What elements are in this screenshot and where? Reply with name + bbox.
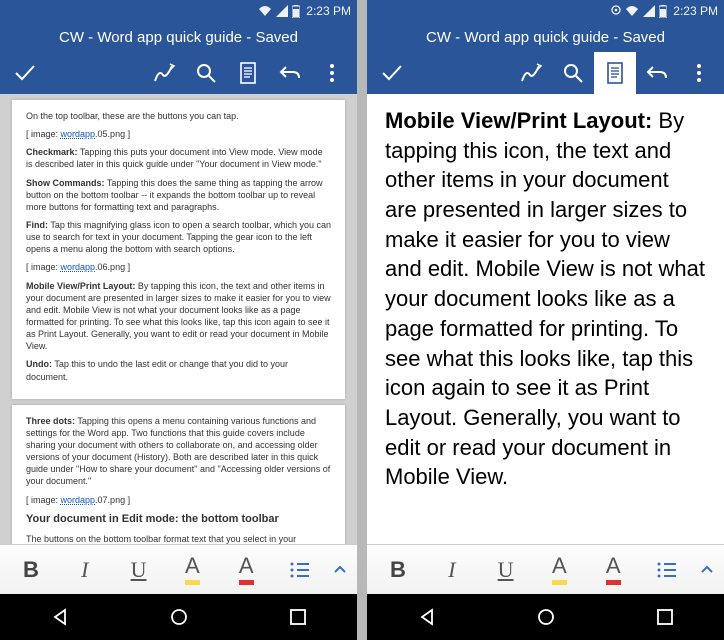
find-button[interactable] — [185, 52, 227, 94]
para-undo: Undo: Tap this to undo the last edit or … — [26, 358, 331, 382]
underline-button[interactable]: U — [479, 545, 533, 594]
document-page-1: On the top toolbar, these are the button… — [12, 100, 345, 399]
back-button[interactable] — [407, 597, 447, 637]
mobile-view-paragraph: Mobile View/Print Layout: By tapping thi… — [367, 94, 724, 504]
underline-button[interactable]: U — [112, 545, 166, 594]
home-button[interactable] — [526, 597, 566, 637]
document-title: CW - Word app quick guide - Saved — [59, 29, 298, 46]
font-color-button[interactable]: A — [586, 545, 640, 594]
signal-icon — [643, 5, 655, 17]
status-bar: 2:23 PM — [367, 0, 724, 22]
heading-editmode: Your document in Edit mode: the bottom t… — [26, 512, 331, 527]
location-icon — [611, 5, 621, 18]
format-toolbar: B I U A A — [367, 544, 724, 594]
status-bar: 2:23 PM — [0, 0, 357, 22]
document-area[interactable]: On the top toolbar, these are the button… — [0, 94, 357, 544]
home-button[interactable] — [159, 597, 199, 637]
signal-icon — [276, 5, 288, 17]
status-time: 2:23 PM — [673, 4, 718, 18]
para-checkmark: Checkmark: Tapping this puts your docume… — [26, 146, 331, 170]
document-title: CW - Word app quick guide - Saved — [426, 29, 665, 46]
expand-toolbar-button[interactable] — [694, 545, 720, 594]
title-bar: CW - Word app quick guide - Saved — [0, 22, 357, 52]
image-ref-06: [ image: wordapp.06.png ] — [26, 261, 331, 273]
navigation-bar — [0, 594, 357, 640]
title-bar: CW - Word app quick guide - Saved — [367, 22, 724, 52]
right-screenshot: 2:23 PM CW - Word app quick guide - Save… — [367, 0, 724, 640]
wifi-icon — [625, 5, 639, 17]
left-screenshot: 2:23 PM CW - Word app quick guide - Save… — [0, 0, 357, 640]
para-mobileview: Mobile View/Print Layout: By tapping thi… — [26, 280, 331, 353]
undo-button[interactable] — [636, 52, 678, 94]
show-commands-button[interactable] — [143, 52, 185, 94]
para-intro: On the top toolbar, these are the button… — [26, 110, 331, 122]
bullets-button[interactable] — [273, 545, 327, 594]
image-ref-05: [ image: wordapp.05.png ] — [26, 128, 331, 140]
navigation-bar — [367, 594, 724, 640]
top-toolbar — [367, 52, 724, 94]
battery-icon — [292, 5, 300, 18]
more-button[interactable] — [678, 52, 720, 94]
battery-icon — [659, 5, 667, 18]
back-button[interactable] — [40, 597, 80, 637]
image-ref-07: [ image: wordapp.07.png ] — [26, 494, 331, 506]
para-find: Find: Tap this magnifying glass icon to … — [26, 219, 331, 255]
mobile-view-button[interactable] — [227, 52, 269, 94]
format-toolbar: B I U A A — [0, 544, 357, 594]
bold-button[interactable]: B — [371, 545, 425, 594]
more-button[interactable] — [311, 52, 353, 94]
para-editmode: The buttons on the bottom toolbar format… — [26, 533, 331, 545]
expand-toolbar-button[interactable] — [327, 545, 353, 594]
mobile-view-body: By tapping this icon, the text and other… — [385, 108, 705, 489]
italic-button[interactable]: I — [425, 545, 479, 594]
mobile-view-lead: Mobile View/Print Layout: — [385, 108, 652, 133]
document-page-2: Three dots: Tapping this opens a menu co… — [12, 405, 345, 544]
para-threedots: Three dots: Tapping this opens a menu co… — [26, 415, 331, 488]
bold-button[interactable]: B — [4, 545, 58, 594]
mobile-view-button[interactable] — [594, 52, 636, 94]
top-toolbar — [0, 52, 357, 94]
highlight-button[interactable]: A — [165, 545, 219, 594]
screenshot-divider — [357, 0, 367, 640]
para-showcommands: Show Commands: Tapping this does the sam… — [26, 177, 331, 213]
checkmark-button[interactable] — [4, 52, 46, 94]
bullets-button[interactable] — [640, 545, 694, 594]
recent-apps-button[interactable] — [278, 597, 318, 637]
document-area-mobile[interactable]: Mobile View/Print Layout: By tapping thi… — [367, 94, 724, 544]
wifi-icon — [258, 5, 272, 17]
undo-button[interactable] — [269, 52, 311, 94]
highlight-button[interactable]: A — [532, 545, 586, 594]
recent-apps-button[interactable] — [645, 597, 685, 637]
find-button[interactable] — [552, 52, 594, 94]
show-commands-button[interactable] — [510, 52, 552, 94]
font-color-button[interactable]: A — [219, 545, 273, 594]
italic-button[interactable]: I — [58, 545, 112, 594]
checkmark-button[interactable] — [371, 52, 413, 94]
status-time: 2:23 PM — [306, 4, 351, 18]
